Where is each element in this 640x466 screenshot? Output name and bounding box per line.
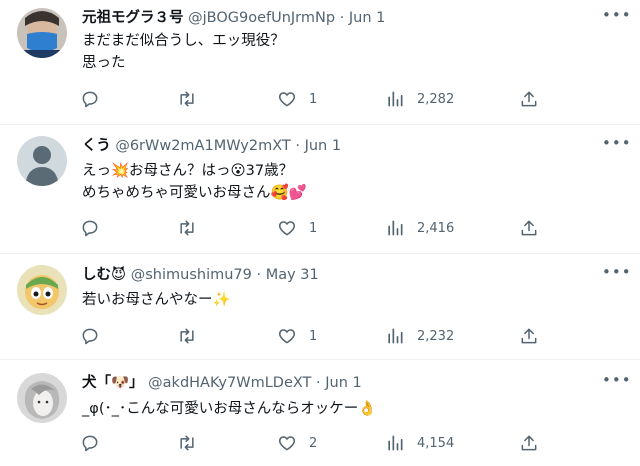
reply-icon [82, 328, 98, 345]
tweet-actions: 1 2,416 [80, 216, 550, 240]
heart-icon [278, 92, 296, 107]
share-button[interactable] [519, 431, 539, 455]
retweet-icon [180, 91, 194, 107]
avatar[interactable] [17, 136, 67, 186]
share-icon [521, 328, 537, 344]
reply-button[interactable] [80, 216, 112, 240]
tweet-date[interactable]: Jun 1 [305, 138, 342, 154]
share-icon [521, 91, 537, 107]
views-chart-icon [388, 328, 403, 344]
more-options-icon[interactable]: ••• [602, 136, 631, 156]
more-options-icon[interactable]: ••• [602, 8, 631, 28]
separator: · [316, 375, 321, 391]
more-options-icon[interactable]: ••• [602, 373, 631, 393]
tweet-header: しむ😈 @shimushimu79 · May 31 [82, 265, 580, 285]
share-icon [521, 435, 537, 451]
views-chart-icon [388, 220, 403, 236]
like-button[interactable]: 1 [277, 324, 317, 348]
avatar[interactable] [17, 265, 67, 315]
user-handle[interactable]: @6rWw2mA1MWy2mXT [115, 138, 290, 154]
share-icon [521, 220, 537, 236]
retweet-button[interactable] [177, 87, 209, 111]
tweet-header: 犬「🐶」 @akdHAKy7WmLDeXT · Jun 1 [82, 373, 580, 393]
display-name[interactable]: 元祖モグラ３号 [82, 10, 184, 26]
views-chart-icon [388, 91, 403, 107]
views-button[interactable]: 2,232 [385, 324, 454, 348]
share-button[interactable] [519, 324, 539, 348]
tweet-header: 元祖モグラ３号 @jBOG9oefUnJrmNp · Jun 1 [82, 8, 580, 28]
tweet-text: 若いお母さんやなー✨ [82, 292, 231, 308]
retweet-icon [180, 220, 194, 236]
display-name[interactable]: くう [82, 138, 111, 154]
like-button[interactable]: 1 [277, 87, 317, 111]
retweet-button[interactable] [177, 431, 209, 455]
separator: · [295, 138, 300, 154]
tweet-actions: 1 2,282 [80, 87, 550, 111]
tweet[interactable]: 元祖モグラ３号 @jBOG9oefUnJrmNp · Jun 1 ••• まだま… [0, 0, 640, 125]
reply-icon [82, 220, 98, 237]
views-count: 2,282 [417, 91, 455, 107]
tweet[interactable]: くう @6rWw2mA1MWy2mXT · Jun 1 ••• えっ💥お母さん？… [0, 125, 640, 254]
views-count: 2,232 [417, 328, 455, 344]
user-handle[interactable]: @akdHAKy7WmLDeXT [148, 375, 311, 391]
heart-icon [278, 436, 296, 451]
retweet-button[interactable] [177, 216, 209, 240]
tweet-actions: 2 4,154 [80, 431, 550, 455]
user-handle[interactable]: @jBOG9oefUnJrmNp [188, 10, 335, 26]
tweet-text: まだまだ似合うし、エッ現役？ 思った [82, 33, 285, 71]
more-options-icon[interactable]: ••• [602, 265, 631, 285]
like-count: 2 [309, 435, 318, 451]
user-handle[interactable]: @shimushimu79 [131, 267, 252, 283]
like-button[interactable]: 1 [277, 216, 317, 240]
retweet-icon [180, 435, 194, 451]
avatar[interactable] [17, 373, 67, 423]
reply-button[interactable] [80, 431, 112, 455]
reply-button[interactable] [80, 87, 112, 111]
retweet-button[interactable] [177, 324, 209, 348]
tweet[interactable]: しむ😈 @shimushimu79 · May 31 ••• 若いお母さんやなー… [0, 254, 640, 360]
display-name[interactable]: 犬「🐶」 [82, 375, 144, 391]
heart-icon [278, 221, 296, 236]
tweet[interactable]: 犬「🐶」 @akdHAKy7WmLDeXT · Jun 1 ••• _φ(･_･… [0, 360, 640, 466]
display-name[interactable]: しむ😈 [82, 267, 126, 283]
avatar[interactable] [17, 8, 67, 58]
tweet-date[interactable]: Jun 1 [349, 10, 386, 26]
reply-icon [82, 435, 98, 452]
tweet-date[interactable]: May 31 [266, 267, 319, 283]
tweet-text: えっ💥お母さん？はっ😮37歳？ めちゃめちゃ可愛いお母さん🥰💕 [82, 163, 307, 201]
reply-button[interactable] [80, 324, 112, 348]
views-count: 4,154 [417, 435, 455, 451]
tweet-actions: 1 2,232 [80, 324, 550, 348]
like-count: 1 [309, 220, 318, 236]
tweet-date[interactable]: Jun 1 [325, 375, 362, 391]
views-button[interactable]: 2,282 [385, 87, 454, 111]
separator: · [256, 267, 262, 283]
retweet-icon [180, 328, 194, 344]
like-count: 1 [309, 91, 318, 107]
reply-icon [82, 91, 98, 108]
views-button[interactable]: 4,154 [385, 431, 454, 455]
tweet-text: _φ(･_･こんな可愛いお母さんならオッケー👌 [82, 401, 377, 417]
like-button[interactable]: 2 [277, 431, 317, 455]
share-button[interactable] [519, 216, 539, 240]
views-button[interactable]: 2,416 [385, 216, 454, 240]
share-button[interactable] [519, 87, 539, 111]
views-chart-icon [388, 435, 403, 451]
views-count: 2,416 [417, 220, 455, 236]
like-count: 1 [309, 328, 318, 344]
tweet-header: くう @6rWw2mA1MWy2mXT · Jun 1 [82, 136, 580, 156]
separator: · [339, 10, 345, 26]
heart-icon [278, 329, 296, 344]
